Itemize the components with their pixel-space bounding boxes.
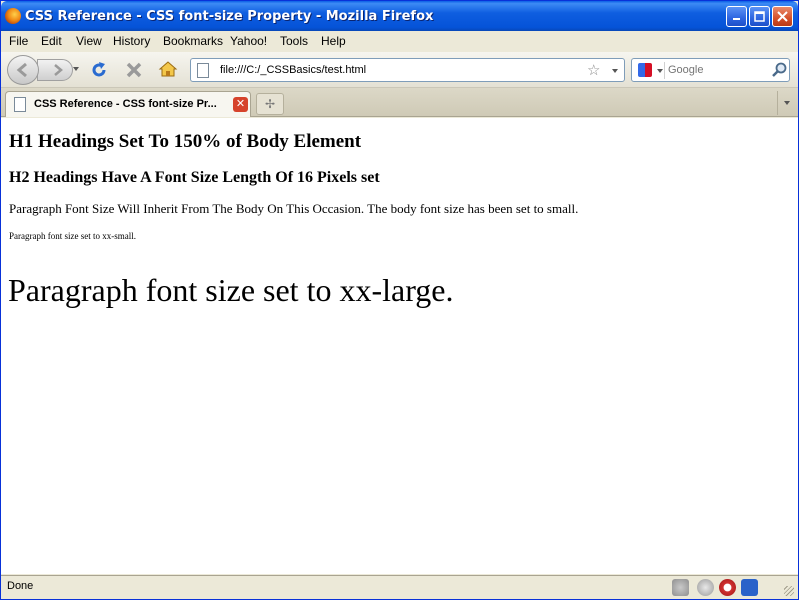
firefox-logo-icon [5,8,21,24]
tab-strip: CSS Reference - CSS font-size Pr... ✕ ✢ [1,88,798,117]
paragraph-xx-small: Paragraph font size set to xx-small. [9,231,136,241]
chevron-down-icon [784,101,790,105]
home-icon[interactable] [158,60,178,78]
tab-list-button[interactable] [777,91,796,115]
url-text[interactable]: file:///C:/_CSSBasics/test.html [220,64,366,76]
bookmark-star-icon[interactable]: ☆ [587,61,600,79]
close-icon [777,11,788,22]
menu-history[interactable]: History [113,34,150,48]
page-content: H1 Headings Set To 150% of Body Element … [1,118,798,574]
back-button[interactable] [7,55,39,85]
menu-view[interactable]: View [76,34,102,48]
status-bar: Done [1,575,798,599]
tab-close-icon[interactable]: ✕ [233,97,248,112]
stop-icon[interactable] [125,61,143,79]
resize-grip[interactable] [784,586,794,596]
menu-bar: File Edit View History Bookmarks Yahoo! … [1,31,798,52]
menu-file[interactable]: File [9,34,28,48]
url-dropdown-icon[interactable] [612,69,618,73]
forward-button[interactable] [37,59,73,81]
search-engine-selector[interactable] [635,62,665,79]
menu-yahoo[interactable]: Yahoo! [230,34,267,48]
menu-edit[interactable]: Edit [41,34,62,48]
title-bar[interactable]: CSS Reference - CSS font-size Property -… [1,1,798,31]
heading-h2: H2 Headings Have A Font Size Length Of 1… [9,169,380,186]
maximize-icon [754,11,765,22]
minimize-button[interactable] [726,6,747,27]
google-icon [638,63,652,77]
status-text: Done [7,580,34,592]
back-forward-group [7,55,81,85]
chevron-down-icon [657,69,663,73]
paragraph-xx-large: Paragraph font size set to xx-large. [8,272,454,308]
back-arrow-icon [16,62,27,78]
heading-h1: H1 Headings Set To 150% of Body Element [9,131,362,152]
extension-icon[interactable] [741,579,758,596]
url-bar[interactable]: file:///C:/_CSSBasics/test.html ☆ [190,58,625,82]
minimize-icon [732,18,740,20]
menu-bookmarks[interactable]: Bookmarks [163,34,223,48]
search-icon[interactable] [771,62,787,78]
menu-help[interactable]: Help [321,34,346,48]
search-input[interactable] [668,62,768,78]
close-button[interactable] [772,6,793,27]
browser-window: CSS Reference - CSS font-size Property -… [0,0,799,600]
window-title: CSS Reference - CSS font-size Property -… [25,9,434,24]
navigation-toolbar: file:///C:/_CSSBasics/test.html ☆ [1,52,798,88]
addon-icon[interactable] [672,579,689,596]
page-icon [197,63,209,78]
search-bar[interactable] [631,58,790,82]
download-status-icon[interactable] [697,579,714,596]
menu-tools[interactable]: Tools [280,34,308,48]
no-script-icon[interactable] [719,579,736,596]
paragraph-small: Paragraph Font Size Will Inherit From Th… [9,201,579,216]
maximize-button[interactable] [749,6,770,27]
tab-label: CSS Reference - CSS font-size Pr... [34,98,217,110]
history-dropdown-icon[interactable] [73,67,79,71]
forward-arrow-icon [54,64,63,76]
page-icon [14,97,26,112]
tab-css-reference[interactable]: CSS Reference - CSS font-size Pr... ✕ [5,91,251,117]
new-tab-button[interactable]: ✢ [256,93,284,115]
reload-icon[interactable] [90,61,108,79]
